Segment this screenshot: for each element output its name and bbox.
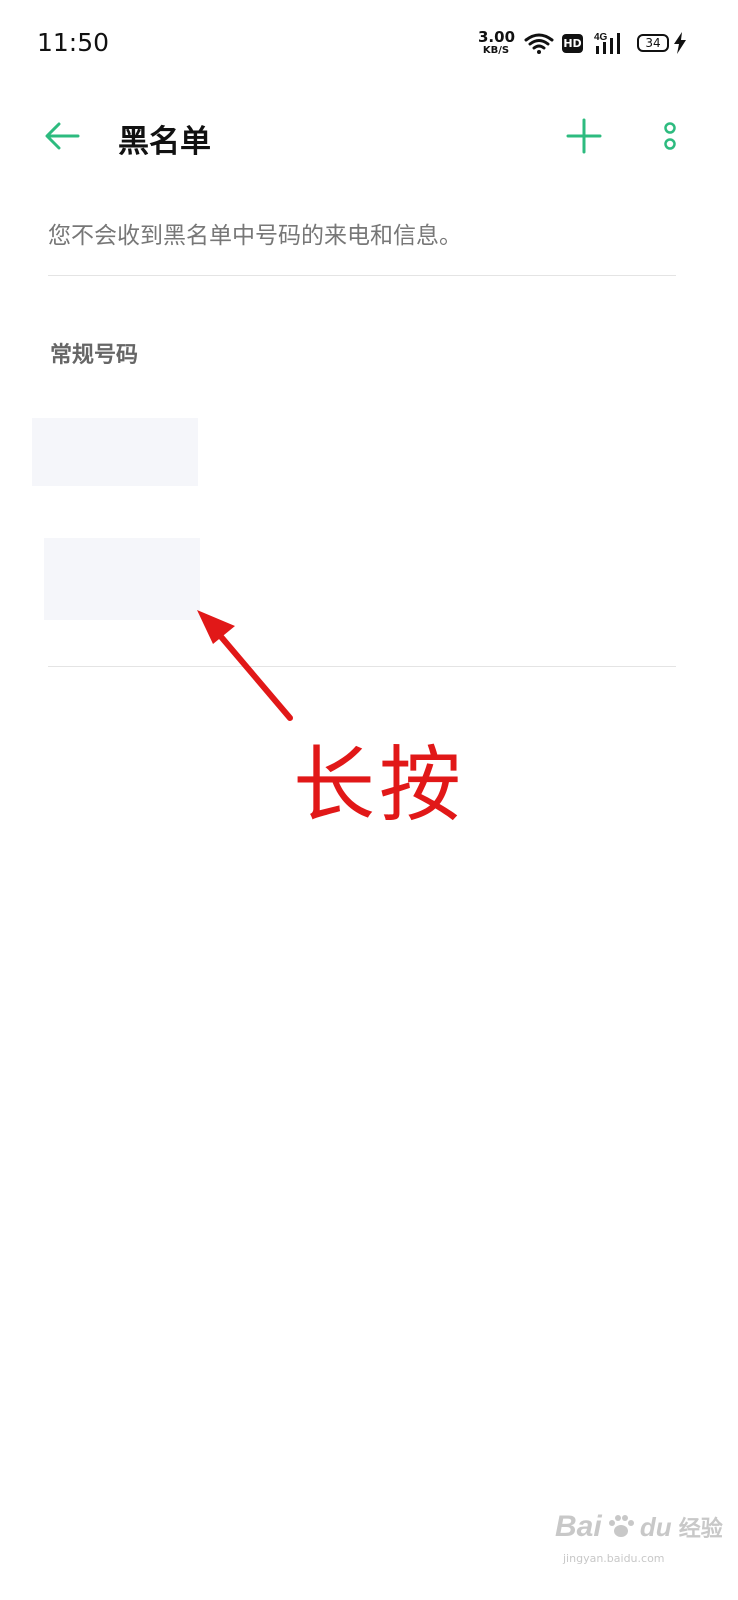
arrow-left-icon bbox=[45, 122, 80, 150]
watermark-brand: Bai bbox=[555, 1510, 602, 1543]
paw-icon bbox=[608, 1515, 634, 1537]
plus-icon bbox=[566, 118, 602, 154]
add-button[interactable] bbox=[560, 112, 608, 160]
watermark-brand-cn: 经验 bbox=[678, 1517, 723, 1542]
charging-bolt-icon bbox=[674, 32, 686, 54]
back-button[interactable] bbox=[38, 112, 86, 160]
network-type-label: 4G bbox=[594, 32, 608, 43]
baidu-watermark: Bai du 经验 jingyan.baidu.com bbox=[555, 1510, 723, 1565]
watermark-brand-mid: du bbox=[639, 1512, 672, 1542]
more-vertical-icon bbox=[664, 122, 676, 150]
annotation-label: 长按 bbox=[293, 738, 466, 833]
watermark-site: jingyan.baidu.com bbox=[563, 1552, 665, 1565]
divider bbox=[48, 666, 676, 667]
network-speed-unit: KB/S bbox=[482, 45, 510, 56]
page-title: 黑名单 bbox=[118, 124, 211, 160]
network-speed: 3.00 KB/S bbox=[478, 28, 516, 56]
more-options-button[interactable] bbox=[650, 112, 690, 160]
divider bbox=[48, 275, 676, 276]
battery-level: 34 bbox=[645, 36, 661, 50]
status-bar: 11:50 3.00 KB/S HD 4G 34 bbox=[0, 0, 738, 90]
status-time: 11:50 bbox=[37, 28, 110, 57]
toolbar: 黑名单 bbox=[0, 100, 738, 170]
signal-4g-icon: 4G bbox=[594, 32, 620, 54]
blocked-number-entry[interactable] bbox=[32, 418, 198, 486]
blacklist-description: 您不会收到黑名单中号码的来电和信息。 bbox=[48, 223, 462, 249]
battery-icon: 34 bbox=[637, 34, 669, 52]
network-speed-value: 3.00 bbox=[478, 28, 516, 46]
wifi-icon bbox=[524, 33, 554, 54]
blocked-number-entry[interactable] bbox=[44, 538, 200, 620]
section-header: 常规号码 bbox=[50, 343, 139, 368]
hd-badge: HD bbox=[562, 34, 583, 53]
annotation-arrow-icon bbox=[197, 610, 293, 721]
